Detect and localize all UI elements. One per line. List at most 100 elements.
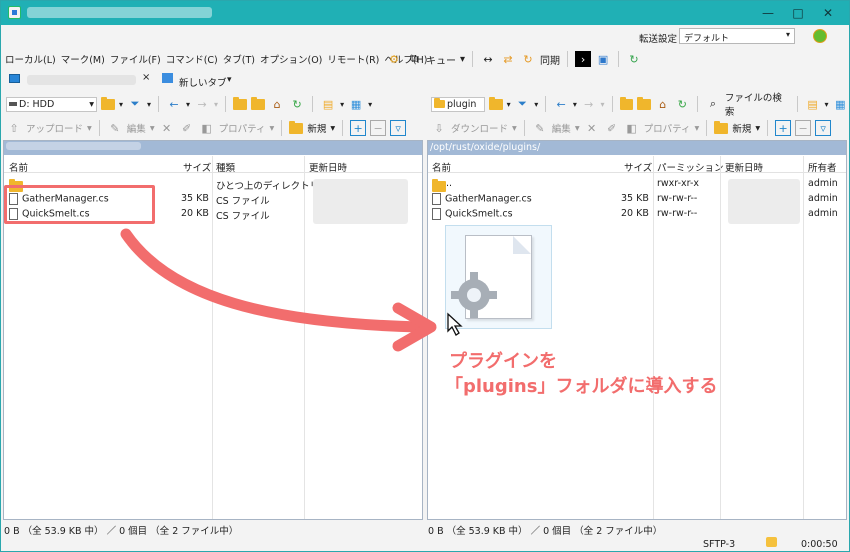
menu-command[interactable]: コマンド(C): [165, 52, 219, 68]
new-folder-icon[interactable]: [289, 120, 304, 134]
properties-label[interactable]: プロパティ: [644, 121, 691, 135]
column-modified[interactable]: 更新日時: [725, 160, 763, 174]
open-folder-icon[interactable]: [101, 96, 115, 110]
tree-view-icon[interactable]: ▤: [320, 96, 336, 112]
edit-dropdown[interactable]: ▾: [150, 123, 155, 134]
filter-dropdown[interactable]: ▾: [534, 100, 538, 109]
filter-file-icon[interactable]: ▿: [815, 120, 832, 136]
close-window-button[interactable]: ✕: [813, 3, 843, 23]
menu-local[interactable]: ローカル(L): [4, 52, 57, 68]
view-mode-dropdown[interactable]: ▾: [368, 100, 372, 109]
column-size[interactable]: サイズ: [183, 160, 211, 174]
select-all-icon[interactable]: +: [350, 120, 367, 136]
session-tab-redacted[interactable]: [27, 75, 136, 85]
parent-folder-icon[interactable]: [619, 96, 634, 110]
properties-dropdown[interactable]: ▾: [695, 123, 700, 134]
tree-view-dropdown[interactable]: ▾: [824, 100, 828, 109]
forward-dropdown[interactable]: ▾: [601, 100, 605, 109]
drive-select[interactable]: D: HDD ▾: [6, 96, 97, 112]
column-name[interactable]: 名前: [9, 160, 28, 174]
home-icon[interactable]: ⌂: [655, 96, 671, 112]
delete-icon[interactable]: ✕: [159, 120, 175, 136]
column-name[interactable]: 名前: [432, 160, 451, 174]
column-owner[interactable]: 所有者: [808, 160, 837, 174]
properties-icon[interactable]: ◧: [199, 120, 215, 136]
edit-label[interactable]: 編集: [552, 121, 571, 135]
sync-label[interactable]: 同期: [540, 52, 560, 67]
view-mode-icon[interactable]: ▦: [348, 96, 364, 112]
putty-icon[interactable]: ▣: [595, 51, 611, 67]
deselect-icon[interactable]: −: [370, 120, 387, 136]
back-arrow-icon[interactable]: ←: [553, 96, 569, 112]
new-label[interactable]: 新規: [732, 121, 751, 135]
minimize-button[interactable]: —: [753, 3, 783, 23]
new-dropdown[interactable]: ▾: [330, 123, 335, 134]
home-icon[interactable]: ⌂: [269, 96, 285, 112]
refresh-icon[interactable]: ↻: [626, 51, 642, 67]
download-label[interactable]: ダウンロード: [451, 121, 508, 135]
select-all-icon[interactable]: +: [775, 120, 792, 136]
sync-browsing-icon[interactable]: [813, 29, 827, 43]
root-folder-icon[interactable]: [637, 96, 651, 110]
remote-folder-select[interactable]: plugin: [431, 96, 485, 112]
find-files-label[interactable]: ファイルの検索: [725, 90, 790, 118]
rename-icon[interactable]: ✐: [179, 120, 195, 136]
tree-view-dropdown[interactable]: ▾: [340, 100, 344, 109]
menu-mark[interactable]: マーク(M): [60, 52, 106, 68]
view-mode-icon[interactable]: ▦: [832, 96, 848, 112]
queue-label[interactable]: キュー: [426, 52, 456, 67]
filter-dropdown[interactable]: ▾: [147, 100, 151, 109]
column-size[interactable]: サイズ: [624, 160, 652, 174]
filter-icon[interactable]: ⏷: [515, 96, 531, 112]
menu-remote[interactable]: リモート(R): [326, 52, 380, 68]
open-folder-dropdown[interactable]: ▾: [119, 100, 123, 109]
rename-icon[interactable]: ✐: [604, 120, 620, 136]
column-modified[interactable]: 更新日時: [309, 160, 347, 174]
new-tab-icon[interactable]: [162, 73, 173, 83]
download-icon[interactable]: ⇩: [431, 120, 447, 136]
filter-file-icon[interactable]: ▿: [390, 120, 407, 136]
forward-arrow-icon[interactable]: →: [581, 96, 597, 112]
deselect-icon[interactable]: −: [795, 120, 812, 136]
menu-file[interactable]: ファイル(F): [109, 52, 162, 68]
menu-options[interactable]: オプション(O): [259, 52, 323, 68]
edit-icon[interactable]: ✎: [532, 120, 548, 136]
gear-icon[interactable]: ⚙: [386, 51, 402, 67]
parent-folder-icon[interactable]: [233, 96, 248, 110]
filter-icon[interactable]: ⏷: [127, 96, 143, 112]
open-folder-dropdown[interactable]: ▾: [507, 100, 511, 109]
find-files-icon[interactable]: ⌕: [705, 96, 721, 112]
local-path-bar[interactable]: [4, 141, 422, 155]
properties-label[interactable]: プロパティ: [219, 121, 266, 135]
download-dropdown[interactable]: ▾: [512, 123, 517, 134]
properties-dropdown[interactable]: ▾: [270, 123, 275, 134]
queue-icon[interactable]: ⧉: [406, 51, 422, 67]
menu-tab[interactable]: タブ(T): [222, 52, 256, 68]
delete-icon[interactable]: ✕: [584, 120, 600, 136]
upload-icon[interactable]: ⇧: [6, 120, 22, 136]
upload-dropdown[interactable]: ▾: [87, 123, 92, 134]
remote-path-bar[interactable]: /opt/rust/oxide/plugins/: [428, 141, 846, 155]
new-label[interactable]: 新規: [307, 121, 326, 135]
refresh-icon[interactable]: ↻: [675, 96, 691, 112]
transfer-settings-select[interactable]: デフォルト ▾: [679, 28, 795, 44]
compare-directories-icon[interactable]: ↔: [480, 51, 496, 67]
edit-dropdown[interactable]: ▾: [575, 123, 580, 134]
forward-arrow-icon[interactable]: →: [194, 96, 210, 112]
back-dropdown[interactable]: ▾: [573, 100, 577, 109]
close-tab-icon[interactable]: ×: [142, 72, 150, 83]
column-type[interactable]: 種類: [216, 160, 235, 174]
new-dropdown[interactable]: ▾: [755, 123, 760, 134]
title-bar[interactable]: — □ ✕: [1, 1, 849, 25]
remote-file-pane[interactable]: /opt/rust/oxide/plugins/ 名前 サイズ パーミッション …: [427, 140, 847, 520]
tree-view-icon[interactable]: ▤: [805, 96, 821, 112]
upload-label[interactable]: アップロード: [26, 121, 83, 135]
refresh-icon[interactable]: ↻: [289, 96, 305, 112]
root-folder-icon[interactable]: [251, 96, 266, 110]
edit-icon[interactable]: ✎: [107, 120, 123, 136]
column-permissions[interactable]: パーミッション: [657, 160, 724, 174]
new-tab-label[interactable]: 新しいタブ: [179, 75, 227, 89]
back-dropdown[interactable]: ▾: [186, 100, 190, 109]
queue-dropdown-icon[interactable]: ▾: [460, 54, 465, 65]
new-folder-icon[interactable]: [714, 120, 729, 134]
